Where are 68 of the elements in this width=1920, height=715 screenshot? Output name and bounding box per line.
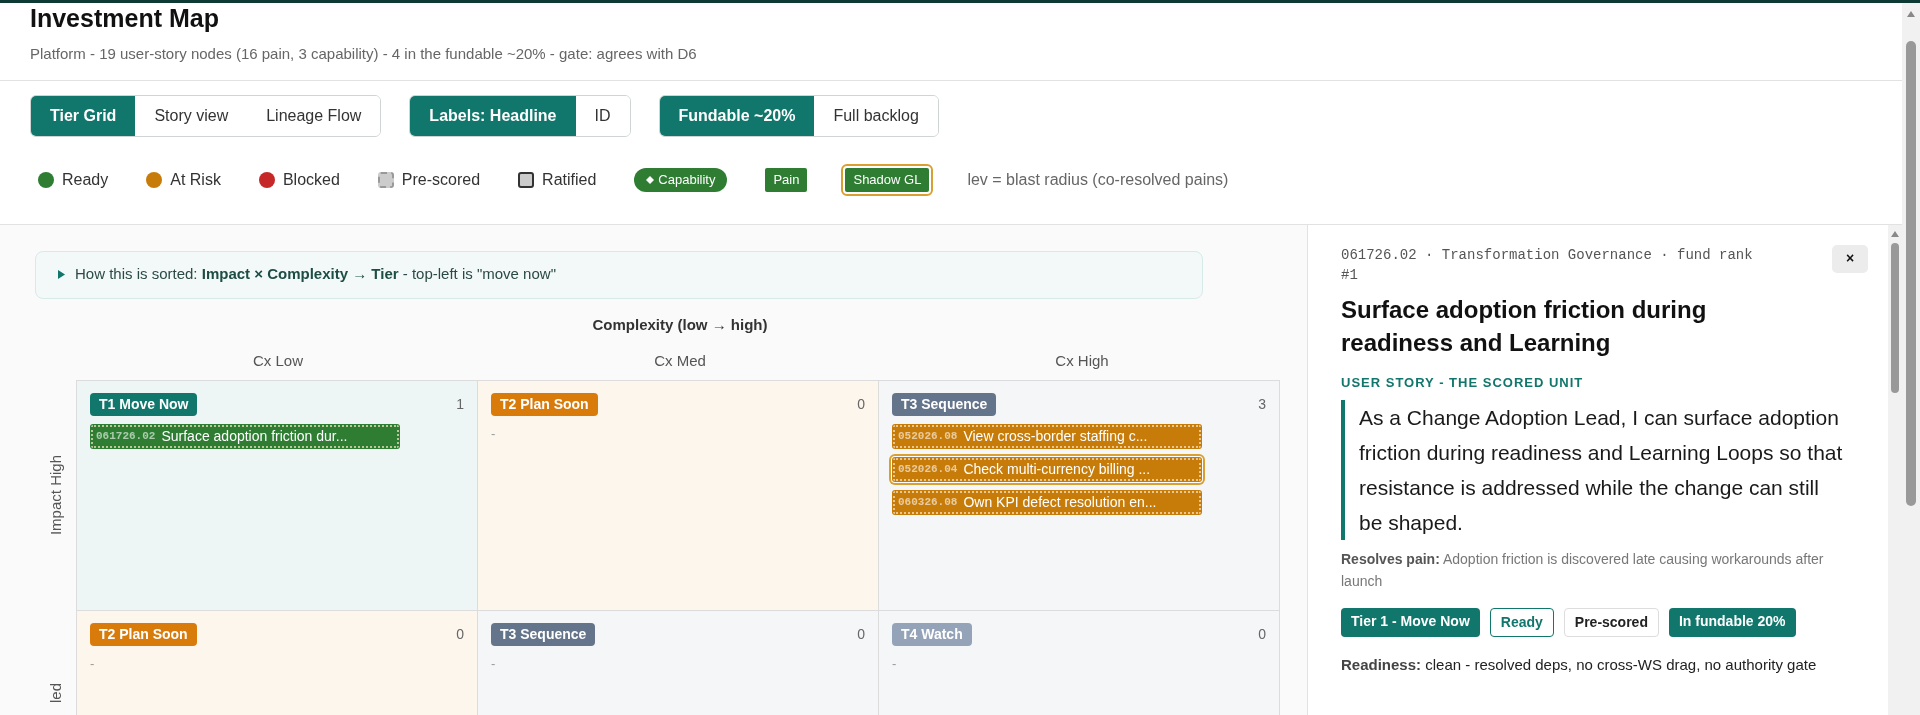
legend-label: Blocked <box>282 170 340 190</box>
story-id: 060326.08 <box>898 494 958 510</box>
section-label: USER STORY - THE SCORED UNIT <box>1341 373 1585 392</box>
column-header: Cx Low <box>253 351 303 369</box>
story-id: 061726.02 <box>96 428 156 444</box>
scrollbar-thumb[interactable] <box>1906 41 1916 506</box>
axis-title: Complexity (low → high) <box>592 315 768 333</box>
tier-tag: T3 Sequence <box>491 622 596 646</box>
story-title: View cross-border staffing c... <box>963 426 1148 446</box>
capability-pill: Capability <box>634 168 728 192</box>
page-subtitle: Platform - 19 user-story nodes (16 pain, 3 capability) - 4 in the fundable ~20% - gate: agrees with D6 <box>30 44 698 64</box>
story-count: 3 <box>1258 394 1266 414</box>
legend-note: lev = blast radius (co-resolved pains) <box>967 170 1229 190</box>
toggle-option[interactable]: Labels: Headline <box>410 95 576 136</box>
status-badge: Ready <box>1489 608 1554 637</box>
diamond-icon <box>646 176 655 184</box>
status-badge: In fundable 20% <box>1668 608 1796 637</box>
story-chip[interactable]: 061726.02 Surface adoption friction dur... <box>90 423 400 449</box>
pain-tag: Pain <box>765 168 808 192</box>
scrollbar-thumb[interactable] <box>1891 242 1899 393</box>
expand-caret-icon <box>58 270 65 279</box>
readiness-text: Readiness: clean - resolved deps, no cross-WS drag, no authority gate <box>1341 655 1818 675</box>
page-title: Investment Map <box>30 3 220 33</box>
dashed-square-icon <box>377 172 394 188</box>
toggle-option[interactable]: Fundable ~20% <box>659 95 815 136</box>
empty-marker: - <box>90 654 95 673</box>
detail-title: Surface adoption friction during readiness and Learning <box>1341 294 1708 358</box>
legend-label: Pre-scored <box>401 170 481 190</box>
row-axis-label: Impact High <box>45 455 65 536</box>
story-chip[interactable]: 060326.08 Own KPI defect resolution en... <box>892 489 1202 515</box>
story-count: 0 <box>456 624 464 644</box>
story-id: 052026.04 <box>898 461 958 477</box>
story-title: Own KPI defect resolution en... <box>963 492 1157 512</box>
user-story-quote: As a Change Adoption Lead, I can surface adoption friction during readiness and Learning Loops so that resistance is addressed while the change can still be shaped. <box>1341 400 1868 540</box>
story-id: 052026.08 <box>898 428 958 444</box>
resolves-pain-text: Resolves pain: Adoption friction is discovered late causing workarounds after launch <box>1341 550 1825 591</box>
story-count: 0 <box>857 394 865 414</box>
story-chip[interactable]: 052026.08 View cross-border staffing c... <box>892 423 1202 449</box>
column-header: Cx High <box>1055 351 1109 369</box>
scroll-up-icon <box>1891 230 1899 237</box>
tier-tag: T2 Plan Soon <box>491 392 598 416</box>
legend-label: At Risk <box>170 170 221 190</box>
story-count: 1 <box>456 394 464 414</box>
column-header: Cx Med <box>654 351 706 369</box>
story-title: Surface adoption friction dur... <box>161 426 348 446</box>
tier-tag: T1 Move Now <box>90 392 198 416</box>
empty-marker: - <box>892 654 897 673</box>
story-count: 0 <box>1258 624 1266 644</box>
tier-tag: T4 Watch <box>892 622 972 646</box>
solid-square-icon <box>518 172 535 188</box>
story-count: 0 <box>857 624 865 644</box>
sort-description: How this is sorted: Impact × Complexity → Tier - top-left is "move now" <box>75 264 556 285</box>
sort-note[interactable]: How this is sorted: Impact × Complexity → Tier - top-left is "move now" <box>35 250 1203 299</box>
status-badge: Tier 1 - Move Now <box>1341 608 1480 637</box>
empty-marker: - <box>491 654 496 673</box>
scroll-up-icon <box>1907 11 1915 17</box>
story-title: Check multi-currency billing ... <box>963 459 1151 479</box>
story-meta: 061726.02 · Transformation Governance · fund rank #1 <box>1341 245 1754 285</box>
tier-tag: T3 Sequence <box>892 392 997 416</box>
status-badge: Pre-scored <box>1563 608 1659 637</box>
legend-label: Ready <box>62 170 109 190</box>
legend-label: Ratified <box>542 170 597 190</box>
tier-tag: T2 Plan Soon <box>90 622 197 646</box>
close-button[interactable]: × <box>1832 244 1868 273</box>
empty-marker: - <box>491 424 496 443</box>
toggle-option[interactable]: Tier Grid <box>31 95 136 136</box>
row-axis-label: led <box>45 682 65 703</box>
story-chip[interactable]: 052026.04 Check multi-currency billing ... <box>892 456 1202 482</box>
